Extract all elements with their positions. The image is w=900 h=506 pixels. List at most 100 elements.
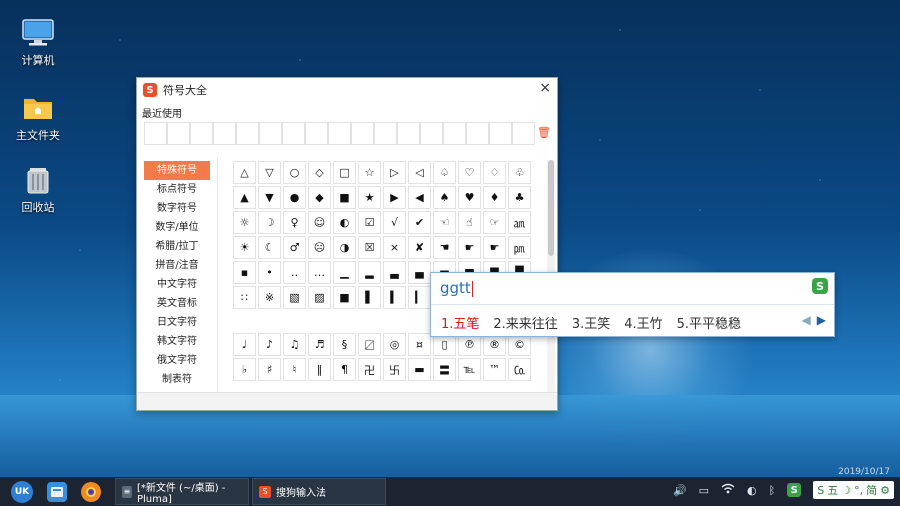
taskbar-task-pluma[interactable]: ≡ [*新文件 (~/桌面) - Pluma] (115, 478, 249, 505)
symbol-cell[interactable]: ✔ (408, 211, 431, 234)
sogou-ime-logo-icon[interactable]: S (812, 278, 828, 294)
symbol-cell[interactable]: ▃ (383, 261, 406, 284)
category-item[interactable]: 俄文字符 (144, 351, 210, 370)
symbol-cell[interactable]: ♥ (458, 186, 481, 209)
recent-symbol-cell[interactable] (351, 122, 374, 145)
ime-candidate[interactable]: 4.王竹 (624, 313, 662, 332)
category-item[interactable]: 日文字符 (144, 313, 210, 332)
category-item[interactable]: 数字/单位 (144, 218, 210, 237)
symbol-cell[interactable]: ♬ (308, 333, 331, 356)
symbol-cell[interactable]: ♀ (283, 211, 306, 234)
symbol-cell[interactable]: ∷ (233, 286, 256, 309)
recent-symbol-cell[interactable] (144, 122, 167, 145)
category-item[interactable]: 韩文字符 (144, 332, 210, 351)
ime-status-bar[interactable]: S 五 ☽ °, 简 ⚙ (813, 481, 894, 499)
symbol-cell[interactable]: × (383, 236, 406, 259)
symbol-cell[interactable]: ▨ (308, 286, 331, 309)
ime-status-item[interactable]: ☽ (841, 484, 851, 497)
category-item[interactable]: 数字符号 (144, 199, 210, 218)
symbol-cell[interactable]: ☜ (433, 211, 456, 234)
wifi-icon[interactable] (721, 483, 735, 497)
battery-icon[interactable]: ▭ (699, 484, 709, 497)
recent-symbol-cell[interactable] (190, 122, 213, 145)
ime-candidate[interactable]: 3.王笑 (572, 313, 610, 332)
symbol-cell[interactable]: 〼 (358, 333, 381, 356)
recent-symbol-cell[interactable] (397, 122, 420, 145)
symbol-cell[interactable]: ▧ (283, 286, 306, 309)
symbol-cell[interactable]: ♫ (283, 333, 306, 356)
symbol-cell[interactable]: ※ (258, 286, 281, 309)
symbol-cell[interactable]: ♩ (233, 333, 256, 356)
recent-symbol-cell[interactable] (420, 122, 443, 145)
symbol-cell[interactable]: ◁ (408, 161, 431, 184)
recent-symbol-cell[interactable] (305, 122, 328, 145)
ime-status-item[interactable]: S (817, 484, 824, 497)
category-item[interactable]: 英文音标 (144, 294, 210, 313)
start-menu-button[interactable]: UK (11, 480, 33, 503)
symbol-cell[interactable]: ☆ (358, 161, 381, 184)
symbol-cell[interactable]: ♭ (233, 358, 256, 381)
ime-status-item[interactable]: ⚙ (880, 484, 890, 497)
symbol-cell[interactable]: ♢ (483, 161, 506, 184)
symbol-cell[interactable]: ◇ (308, 161, 331, 184)
night-mode-icon[interactable]: ◐ (747, 484, 757, 497)
ime-status-item[interactable]: °, (854, 484, 863, 497)
symbol-cell[interactable]: ♪ (258, 333, 281, 356)
recent-symbol-cell[interactable] (374, 122, 397, 145)
symbol-cell[interactable]: ¤ (408, 333, 431, 356)
symbol-cell[interactable]: ▪ (233, 261, 256, 284)
symbol-cell[interactable]: ◑ (333, 236, 356, 259)
symbol-cell[interactable]: ♯ (258, 358, 281, 381)
next-page-icon[interactable]: ▶ (817, 313, 826, 327)
symbol-cell[interactable]: ▼ (258, 186, 281, 209)
symbol-cell[interactable]: 卐 (383, 358, 406, 381)
symbol-cell[interactable]: ♤ (433, 161, 456, 184)
taskbar-task-sogou[interactable]: S 搜狗输入法 (252, 478, 386, 505)
symbol-cell[interactable]: ☝ (458, 211, 481, 234)
desktop-icon-computer[interactable]: 计算机 (3, 18, 73, 68)
symbol-cell[interactable]: ◆ (308, 186, 331, 209)
symbol-cell[interactable]: ▲ (233, 186, 256, 209)
ime-candidate[interactable]: 2.来来往往 (493, 313, 557, 332)
symbol-cell[interactable]: ‥ (283, 261, 306, 284)
symbol-cell[interactable]: ▄ (408, 261, 431, 284)
symbol-cell[interactable]: ♡ (458, 161, 481, 184)
desktop-icon-trash[interactable]: 回收站 (3, 165, 73, 215)
symbol-cell[interactable]: ■ (333, 286, 356, 309)
symbol-cell[interactable]: □ (333, 161, 356, 184)
symbol-cell[interactable]: ▶ (383, 186, 406, 209)
symbol-cell[interactable]: ☞ (483, 211, 506, 234)
symbol-cell[interactable]: ▁ (333, 261, 356, 284)
symbol-cell[interactable]: ¶ (333, 358, 356, 381)
symbol-cell[interactable]: … (308, 261, 331, 284)
category-item[interactable]: 特殊符号 (144, 161, 210, 180)
symbol-cell[interactable]: √ (383, 211, 406, 234)
symbol-cell[interactable]: ㏇ (508, 358, 531, 381)
symbol-cell[interactable]: ★ (358, 186, 381, 209)
symbol-cell[interactable]: ▌ (358, 286, 381, 309)
sogou-tray-icon[interactable]: S (787, 483, 802, 497)
symbol-cell[interactable]: • (258, 261, 281, 284)
recent-symbol-cell[interactable] (443, 122, 466, 145)
symbol-cell[interactable]: § (333, 333, 356, 356)
ime-status-item[interactable]: 五 (827, 482, 838, 498)
symbol-cell[interactable]: ▬ (408, 358, 431, 381)
symbol-cell[interactable]: ♂ (283, 236, 306, 259)
recent-symbol-cell[interactable] (512, 122, 535, 145)
recent-symbol-cell[interactable] (466, 122, 489, 145)
symbol-cell[interactable]: ☛ (458, 236, 481, 259)
symbol-cell[interactable]: ☚ (433, 236, 456, 259)
symbol-cell[interactable]: ☼ (233, 211, 256, 234)
symbol-cell[interactable]: △ (233, 161, 256, 184)
category-item[interactable]: 制表符 (144, 370, 210, 389)
bluetooth-icon[interactable]: ᛒ (769, 484, 776, 497)
recent-symbol-cell[interactable] (259, 122, 282, 145)
category-item[interactable]: 希腊/拉丁 (144, 237, 210, 256)
symbol-cell[interactable]: ▽ (258, 161, 281, 184)
volume-icon[interactable]: 🔊 (673, 484, 687, 497)
desktop-icon-home-folder[interactable]: 主文件夹 (3, 93, 73, 143)
symbol-cell[interactable]: ☺ (308, 211, 331, 234)
symbol-cell[interactable]: ▍ (383, 286, 406, 309)
ime-status-item[interactable]: 简 (866, 482, 877, 498)
symbol-cell[interactable]: ▂ (358, 261, 381, 284)
